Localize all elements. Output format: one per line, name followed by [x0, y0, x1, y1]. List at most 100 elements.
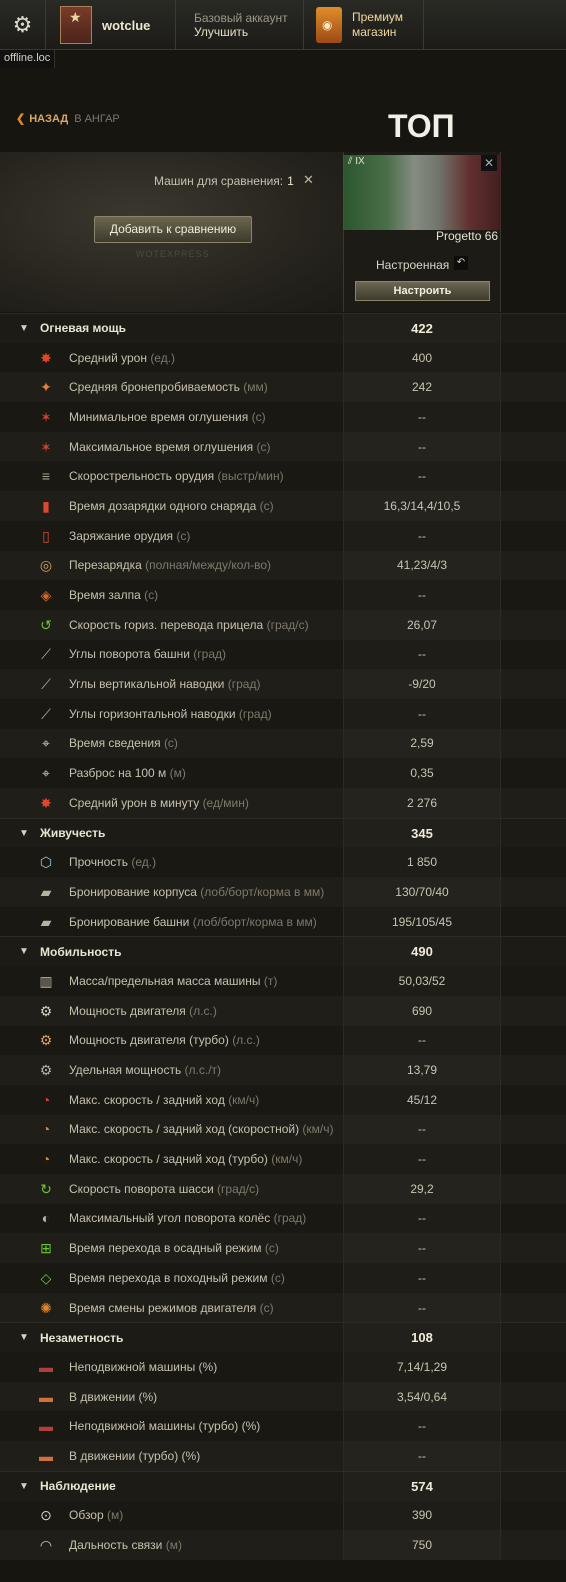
stat-row: ▯ Заряжание орудия (с) -- — [0, 520, 566, 551]
chevron-down-icon: ▼ — [19, 827, 29, 839]
section-title: Мобильность — [40, 944, 122, 959]
clear-compare-button[interactable]: ✕ — [303, 172, 314, 188]
horizontal-angles-icon: ⟋ — [41, 705, 51, 722]
dispersion-icon: ⌖ — [42, 765, 50, 782]
settings-button[interactable]: ⚙ — [0, 0, 46, 50]
stat-label: Удельная мощность (л.с./т) — [69, 1063, 222, 1078]
configure-button[interactable]: Настроить — [355, 281, 490, 301]
stat-value: 400 — [411, 350, 433, 365]
add-to-compare-button[interactable]: Добавить к сравнению — [94, 216, 252, 243]
stat-value: -9/20 — [408, 677, 436, 692]
stat-row: ⌖ Разброс на 100 м (м) 0,35 — [0, 758, 566, 788]
stat-row: ▬ В движении (%) 3,54/0,64 — [0, 1381, 566, 1412]
premium-shop-button[interactable]: Премиуммагазин — [304, 0, 424, 50]
vehicle-tier: ⫽ IX — [348, 156, 365, 167]
stat-unit: (град) — [238, 706, 272, 721]
section-score: 422 — [411, 320, 433, 336]
stat-value: -- — [418, 409, 426, 424]
chevron-left-icon: ❮ — [16, 113, 26, 125]
traverse-icon: ↺ — [40, 616, 52, 633]
stat-value: 0,35 — [410, 766, 434, 781]
user-profile[interactable]: wotclue — [46, 0, 176, 50]
stat-row: ⚙ Мощность двигателя (л.с.) 690 — [0, 995, 566, 1026]
stat-value: -- — [418, 439, 426, 454]
stat-label: Скорость поворота шасси (град/с) — [69, 1181, 260, 1196]
stat-unit: (с) — [256, 439, 271, 454]
rank-emblem-icon — [60, 6, 92, 44]
stat-label: В движении (%) — [69, 1389, 158, 1404]
section-title: Живучесть — [40, 826, 106, 841]
stat-label: Время смены режимов двигателя (с) — [69, 1300, 274, 1315]
section-header[interactable]: ▼ Живучесть 345 — [0, 817, 566, 848]
stat-value: -- — [418, 1122, 426, 1137]
shop-bag-icon — [316, 7, 342, 43]
stat-value: -- — [418, 1211, 426, 1226]
revert-icon[interactable]: ↶ — [454, 256, 468, 270]
stat-unit: (с) — [259, 498, 274, 513]
stat-value: 13,79 — [406, 1063, 438, 1078]
watermark: WOTEXPRESS — [136, 249, 210, 259]
stat-row: ◔ Макс. скорость / задний ход (турбо) (км… — [0, 1144, 566, 1174]
stat-unit: (выстр/мин) — [217, 469, 284, 484]
damage-icon: ✸ — [40, 349, 52, 366]
stat-value: -- — [418, 1448, 426, 1463]
shell-reload-icon: ▮ — [42, 497, 50, 514]
stat-value: -- — [418, 706, 426, 721]
stat-label: В движении (турбо) (%) — [69, 1448, 201, 1463]
penetration-icon: ✦ — [40, 379, 52, 396]
turret-armor-icon: ▰ — [40, 913, 52, 930]
stat-label: Углы вертикальной наводки (град) — [69, 677, 261, 692]
stat-row: ⚙ Удельная мощность (л.с./т) 13,79 — [0, 1055, 566, 1085]
stat-unit: (с) — [144, 588, 159, 603]
stat-unit: (л.с./т) — [184, 1063, 222, 1078]
section-title: Наблюдение — [40, 1479, 116, 1494]
stat-label: Бронирование башни (лоб/борт/корма в мм) — [69, 914, 317, 929]
chevron-down-icon: ▼ — [19, 946, 29, 958]
stat-value: 242 — [411, 380, 433, 395]
stats-table: ▼ Огневая мощь 422 ✸ Средний урон (ед.) 400 ✦ С… — [0, 313, 566, 1560]
turret-angles-icon: ⟋ — [41, 646, 51, 663]
section-header[interactable]: ▼ Огневая мощь 422 — [0, 313, 566, 343]
section-header[interactable]: ▼ Наблюдение 574 — [0, 1470, 566, 1501]
camo-still-icon: ▬ — [39, 1358, 53, 1375]
stat-row: ✶ Минимальное время оглушения (с) -- — [0, 402, 566, 432]
stat-label: Масса/предельная масса машины (т) — [69, 973, 278, 988]
stat-row: ▰ Бронирование корпуса (лоб/борт/корма в … — [0, 877, 566, 907]
stat-row: ◐ Максимальный угол поворота колёс (град)… — [0, 1203, 566, 1234]
vehicle-name: Progetto 66 — [436, 229, 499, 243]
power-ratio-icon: ⚙ — [39, 1062, 53, 1079]
stat-row: ⟋ Углы поворота башни (град) -- — [0, 639, 566, 670]
remove-vehicle-button[interactable]: ✕ — [481, 155, 497, 171]
section-header[interactable]: ▼ Незаметность 108 — [0, 1322, 566, 1353]
stat-unit: (л.с.) — [232, 1033, 260, 1048]
section-header[interactable]: ▼ Мобильность 490 — [0, 936, 566, 967]
stat-value: 3,54/0,64 — [396, 1389, 448, 1404]
account-status[interactable]: Базовый аккаунт Улучшить — [176, 0, 304, 50]
stat-value: 390 — [411, 1508, 433, 1523]
stat-value: -- — [418, 1300, 426, 1315]
stat-value: -- — [418, 1033, 426, 1048]
username: wotclue — [102, 17, 151, 33]
stat-label: Обзор (м) — [69, 1508, 124, 1523]
nation-flag — [343, 155, 501, 230]
stat-label: Максимальное время оглушения (с) — [69, 439, 271, 454]
stat-unit: (м) — [169, 766, 186, 781]
speed-turbo-icon: ◔ — [41, 1151, 51, 1168]
stat-value: 750 — [411, 1538, 433, 1553]
stat-label: Разброс на 100 м (м) — [69, 766, 186, 781]
upgrade-link[interactable]: Улучшить — [194, 25, 248, 39]
stat-unit: (град) — [227, 677, 261, 692]
siege-mode-icon: ⊞ — [40, 1240, 52, 1257]
stat-row: ⬡ Прочность (ед.) 1 850 — [0, 847, 566, 878]
breadcrumb: ❮ НАЗАД В АНГАР — [16, 112, 120, 125]
back-button[interactable]: ❮ НАЗАД — [16, 113, 68, 125]
section-score: 490 — [411, 944, 433, 960]
stat-row: ✶ Максимальное время оглушения (с) -- — [0, 431, 566, 462]
engine-mode-icon: ✺ — [40, 1299, 52, 1316]
stun-min-icon: ✶ — [40, 408, 52, 425]
stat-value: 690 — [411, 1003, 433, 1018]
stat-unit: (с) — [176, 528, 191, 543]
stat-label: Прочность (ед.) — [69, 855, 157, 870]
stat-label: Время залпа (с) — [69, 588, 159, 603]
close-icon: ✕ — [483, 156, 495, 170]
